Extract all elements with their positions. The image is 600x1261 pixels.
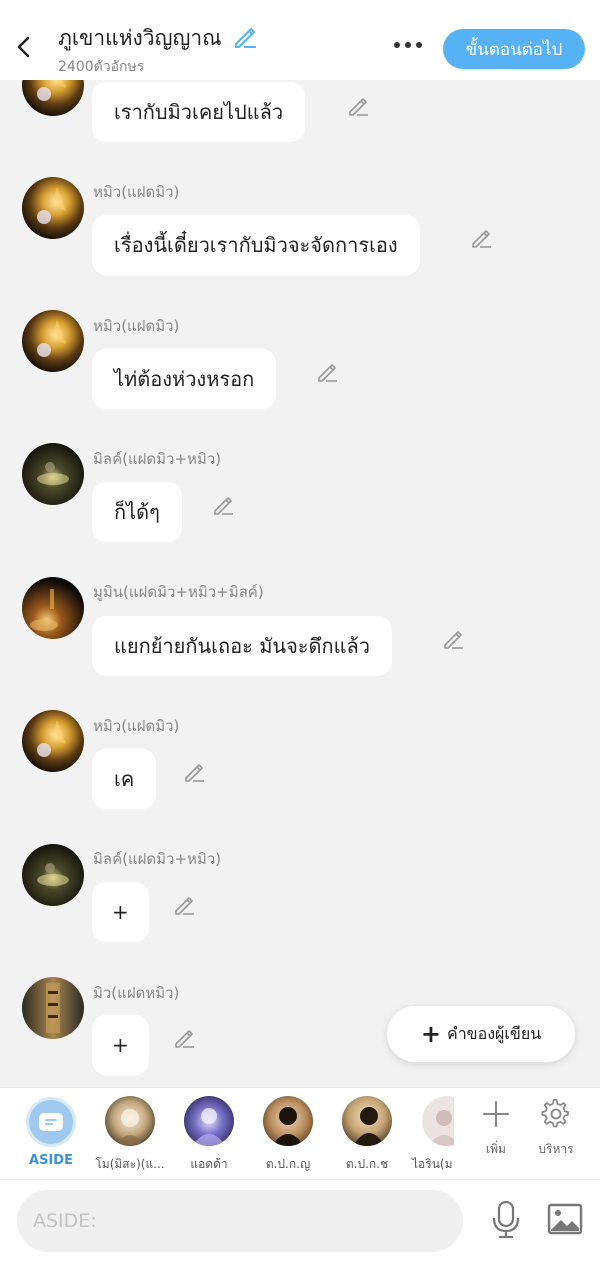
- message-bubble[interactable]: แยกย้ายกันเถอะ มันจะดึกแล้ว: [92, 616, 393, 676]
- add-label: เพิ่ม: [486, 1142, 506, 1156]
- top-bar: ภูเขาแห่งวิญญาณ 2400ตัวอักษร ขั้นตอนต่อไ…: [0, 0, 600, 80]
- message-bubble[interactable]: เรากับมิวเคยไปแล้ว: [92, 82, 306, 142]
- character-chip[interactable]: โม(มิสะ)(แ...: [90, 1096, 170, 1174]
- edit-message-button[interactable]: [469, 226, 493, 250]
- character-avatar[interactable]: [22, 977, 84, 1039]
- back-button[interactable]: [10, 30, 38, 64]
- message-bubble[interactable]: ไท่ต้องห่วงหรอก: [92, 349, 277, 409]
- gear-icon: [541, 1098, 569, 1128]
- character-name: มิว(แฝดหมิว): [93, 984, 180, 1002]
- plus-icon: +: [420, 1020, 441, 1048]
- message-list[interactable]: เรากับมิวเคยไปแล้ว หมิว(แฝดมิว) เรื่องนี…: [0, 80, 600, 1087]
- more-options-button[interactable]: [390, 30, 426, 60]
- character-count: 2400ตัวอักษร: [58, 59, 145, 75]
- edit-message-button[interactable]: [346, 94, 370, 118]
- pencil-icon: [444, 631, 463, 649]
- character-avatar[interactable]: [22, 177, 84, 239]
- aside-character-button[interactable]: [26, 1097, 76, 1147]
- message-text: เค: [114, 767, 135, 791]
- message-text: เรื่องนี้เดี๋ยวเรากับมิวจะจัดการเอง: [114, 233, 398, 257]
- pencil-icon: [175, 897, 194, 915]
- manage-characters-button[interactable]: บริหาร: [528, 1098, 584, 1159]
- character-avatar: [105, 1096, 155, 1146]
- voice-input-button[interactable]: [490, 1200, 522, 1240]
- character-avatar: [342, 1096, 392, 1146]
- edit-message-button[interactable]: [172, 1026, 196, 1050]
- story-title: ภูเขาแห่งวิญญาณ: [58, 26, 222, 50]
- edit-message-button[interactable]: [315, 360, 339, 384]
- aside-label: ASIDE: [29, 1153, 73, 1168]
- pencil-icon: [472, 230, 491, 248]
- message-box-icon: [39, 1113, 63, 1131]
- message-bubble[interactable]: +: [92, 1015, 149, 1075]
- character-label: แอดด้า: [190, 1157, 228, 1171]
- character-name: หมิว(แฝดมิว): [93, 183, 180, 201]
- pencil-icon: [175, 1030, 194, 1048]
- character-name: หมิว(แฝดมิว): [93, 317, 180, 335]
- more-dots-icon: [394, 42, 400, 48]
- message-text: ไท่ต้องห่วงหรอก: [114, 367, 255, 391]
- pencil-icon: [349, 98, 368, 116]
- manage-label: บริหาร: [538, 1142, 574, 1156]
- character-label: ไอริน(ม: [412, 1157, 453, 1171]
- character-label: โม(มิสะ)(แ...: [95, 1157, 165, 1171]
- message-text: ก็ได้ๆ: [114, 500, 160, 524]
- character-label: ต.ป.ก.ช: [345, 1157, 389, 1171]
- character-chip[interactable]: ไอริน(ม: [406, 1096, 454, 1174]
- character-selector: ASIDE โม(มิสะ)(แ... แอดด้า ต.ป.ก.ญ ต.ป.ก…: [0, 1087, 600, 1179]
- character-avatar[interactable]: [22, 310, 84, 372]
- character-name: มิลค์(แฝดมิว+หมิว): [93, 850, 222, 868]
- character-avatar: [263, 1096, 313, 1146]
- character-chip[interactable]: แอดด้า: [169, 1096, 249, 1174]
- character-label: ต.ป.ก.ญ: [265, 1157, 311, 1171]
- plus-icon: [483, 1101, 509, 1127]
- chevron-left-icon: [17, 36, 30, 58]
- composer: [0, 1179, 600, 1261]
- character-chip[interactable]: ต.ป.ก.ช: [327, 1096, 407, 1174]
- author-note-label: คำของผู้เขียน: [446, 1023, 542, 1043]
- message-text: เรากับมิวเคยไปแล้ว: [114, 100, 284, 124]
- add-character-button[interactable]: เพิ่ม: [468, 1098, 524, 1159]
- pencil-icon: [235, 28, 256, 48]
- character-avatar[interactable]: [22, 844, 84, 906]
- microphone-icon: [492, 1200, 520, 1239]
- author-note-button[interactable]: + คำของผู้เขียน: [387, 1006, 575, 1062]
- message-input[interactable]: [17, 1190, 463, 1252]
- character-avatar[interactable]: [22, 443, 84, 505]
- pencil-icon: [185, 764, 204, 782]
- pencil-icon: [214, 497, 233, 515]
- character-chip[interactable]: ต.ป.ก.ญ: [248, 1096, 328, 1174]
- message-bubble[interactable]: +: [92, 882, 149, 942]
- character-name: มูมิน(แฝดมิว+หมิว+มิลค์): [93, 583, 264, 601]
- next-step-button[interactable]: ขั้นตอนต่อไป: [443, 29, 585, 69]
- pencil-icon: [318, 364, 337, 382]
- message-text: แยกย้ายกันเถอะ มันจะดึกแล้ว: [114, 634, 371, 658]
- edit-title-button[interactable]: [232, 24, 258, 50]
- message-bubble[interactable]: เรื่องนี้เดี๋ยวเรากับมิวจะจัดการเอง: [92, 215, 420, 275]
- edit-message-button[interactable]: [182, 760, 206, 784]
- character-avatar[interactable]: [22, 710, 84, 772]
- message-text: +: [112, 900, 129, 924]
- character-avatar[interactable]: [22, 577, 84, 639]
- message-bubble[interactable]: เค: [92, 749, 157, 809]
- insert-image-button[interactable]: [547, 1202, 583, 1236]
- character-avatar: [184, 1096, 234, 1146]
- message-bubble[interactable]: ก็ได้ๆ: [92, 482, 182, 542]
- character-name: หมิว(แฝดมิว): [93, 717, 180, 735]
- edit-message-button[interactable]: [172, 893, 196, 917]
- character-avatar: [422, 1096, 454, 1146]
- message-text: +: [112, 1033, 129, 1057]
- edit-message-button[interactable]: [441, 627, 465, 651]
- character-name: มิลค์(แฝดมิว+หมิว): [93, 450, 222, 468]
- character-avatar[interactable]: [22, 80, 84, 116]
- image-icon: [547, 1203, 583, 1235]
- edit-message-button[interactable]: [211, 493, 235, 517]
